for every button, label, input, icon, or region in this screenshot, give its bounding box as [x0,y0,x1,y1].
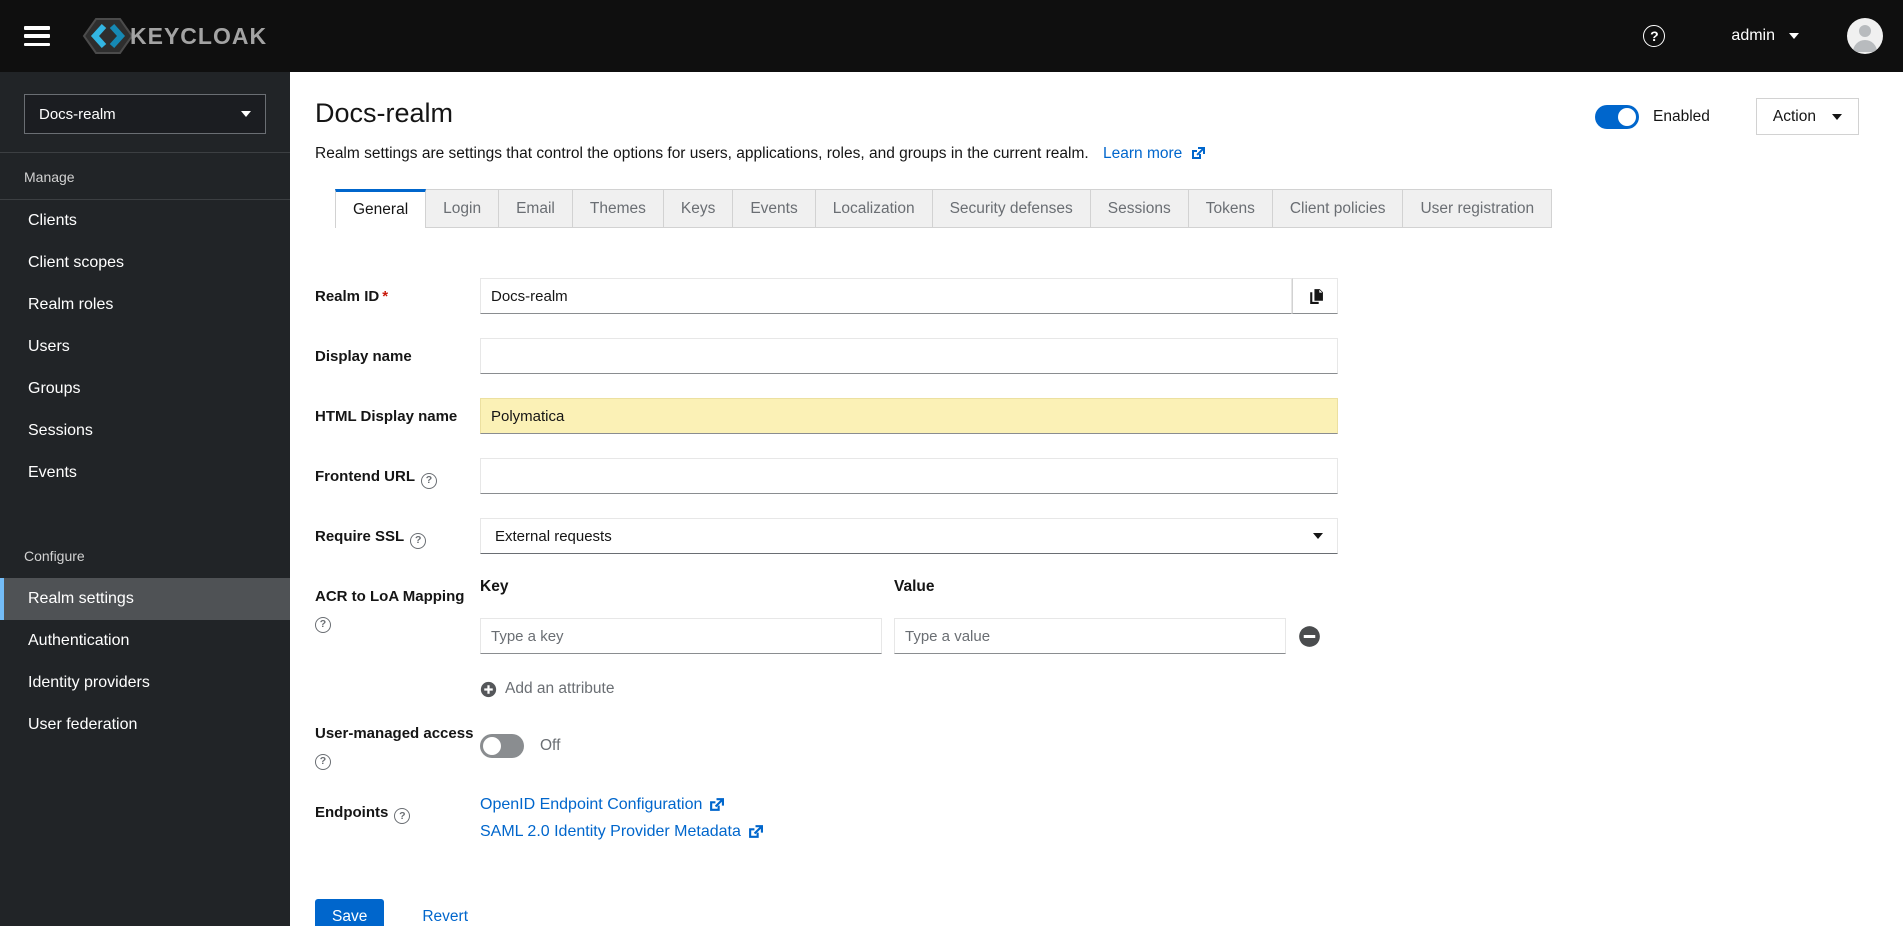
user-managed-access-label: User-managed access ? [315,722,480,770]
tab-email[interactable]: Email [499,189,573,228]
tab-themes[interactable]: Themes [572,189,664,228]
frontend-url-input[interactable] [480,458,1338,494]
sidebar-item-realm-roles[interactable]: Realm roles [0,284,290,326]
help-icon[interactable]: ? [1643,25,1666,47]
external-link-icon [1191,147,1205,159]
tab-general[interactable]: General [335,189,427,228]
general-settings-form: Realm ID* Display name [290,228,1903,926]
chevron-down-icon [241,111,251,117]
frontend-url-label: Frontend URL? [315,458,480,494]
masthead: KEYCLOAK ? admin [0,0,1903,72]
chevron-down-icon [1313,533,1323,539]
sidebar-item-identity-providers[interactable]: Identity providers [0,662,290,704]
chevron-down-icon [1789,33,1799,39]
copy-icon [1309,288,1323,304]
toggle-state-label: Off [540,736,561,754]
sidebar-item-clients[interactable]: Clients [0,200,290,242]
enabled-label: Enabled [1653,107,1710,125]
tab-sessions[interactable]: Sessions [1090,189,1189,228]
html-display-name-label: HTML Display name [315,408,458,425]
action-dropdown-button[interactable]: Action [1755,98,1859,135]
tab-client-policies[interactable]: Client policies [1272,189,1404,228]
keycloak-logo: KEYCLOAK [80,13,267,59]
avatar[interactable] [1847,18,1883,54]
keycloak-hexagon-icon [82,18,134,54]
tab-events[interactable]: Events [733,189,816,228]
minus-circle-icon [1299,625,1320,647]
realm-id-input[interactable] [480,278,1292,314]
user-menu[interactable]: admin [1731,27,1799,45]
acr-value-input[interactable] [894,618,1286,654]
revert-button[interactable]: Revert [422,908,468,926]
acr-value-header: Value [894,578,935,595]
acr-key-input[interactable] [480,618,882,654]
copy-button[interactable] [1292,278,1338,314]
required-asterisk: * [382,288,389,305]
help-icon[interactable]: ? [410,532,427,549]
sidebar-item-user-federation[interactable]: User federation [0,704,290,746]
nav-group-manage: Manage [24,169,75,185]
require-ssl-select[interactable]: External requests [480,518,1338,554]
display-name-input[interactable] [480,338,1338,374]
tab-localization[interactable]: Localization [815,189,933,228]
hamburger-menu-icon[interactable] [24,26,50,46]
realm-enabled-toggle[interactable] [1595,104,1640,129]
tab-keys[interactable]: Keys [663,189,734,228]
username: admin [1731,27,1775,44]
acr-key-header: Key [480,578,509,595]
acr-mapping-label: ACR to LoA Mapping ? [315,578,480,698]
person-icon [1853,25,1877,52]
display-name-label: Display name [315,348,412,365]
help-icon[interactable]: ? [394,808,411,825]
brand-text: KEYCLOAK [130,22,268,49]
user-managed-access-toggle[interactable] [480,733,524,758]
tab-security-defenses[interactable]: Security defenses [932,189,1091,228]
help-icon[interactable]: ? [420,472,437,489]
sidebar-item-groups[interactable]: Groups [0,368,290,410]
external-link-icon [748,825,763,838]
external-link-icon [710,798,725,811]
html-display-name-input[interactable] [480,398,1338,434]
realm-id-label: Realm ID * [315,288,389,305]
chevron-down-icon [1832,113,1842,120]
tab-login[interactable]: Login [426,189,500,228]
realm-selector[interactable]: Docs-realm [24,94,266,134]
learn-more-link[interactable]: Learn more [1103,145,1205,162]
main-content: Docs-realm Enabled Action Realm settings… [290,72,1903,926]
help-icon[interactable]: ? [315,616,331,633]
plus-circle-icon [480,681,497,697]
sidebar: Docs-realm Manage Clients Client scopes … [0,72,290,926]
saml-metadata-link[interactable]: SAML 2.0 Identity Provider Metadata [480,823,763,841]
page-description: Realm settings are settings that control… [315,145,1089,162]
sidebar-item-authentication[interactable]: Authentication [0,620,290,662]
page-title: Docs-realm [315,98,454,128]
help-icon[interactable]: ? [315,753,331,770]
require-ssl-label: Require SSL? [315,518,480,554]
tab-user-registration[interactable]: User registration [1403,189,1553,228]
require-ssl-value: External requests [495,527,612,545]
openid-endpoint-link[interactable]: OpenID Endpoint Configuration [480,796,763,814]
tab-tokens[interactable]: Tokens [1188,189,1273,228]
sidebar-item-realm-settings[interactable]: Realm settings [0,578,290,620]
sidebar-item-client-scopes[interactable]: Client scopes [0,242,290,284]
sidebar-item-events[interactable]: Events [0,452,290,494]
endpoints-label: Endpoints? [315,794,480,841]
realm-selector-value: Docs-realm [39,105,116,123]
nav-group-configure: Configure [24,548,85,564]
sidebar-item-users[interactable]: Users [0,326,290,368]
sidebar-item-sessions[interactable]: Sessions [0,410,290,452]
remove-attribute-button[interactable] [1298,625,1321,648]
add-attribute-button[interactable]: Add an attribute [480,680,614,698]
save-button[interactable]: Save [315,898,385,926]
realm-settings-tabs: General Login Email Themes Keys Events L… [335,189,1903,228]
